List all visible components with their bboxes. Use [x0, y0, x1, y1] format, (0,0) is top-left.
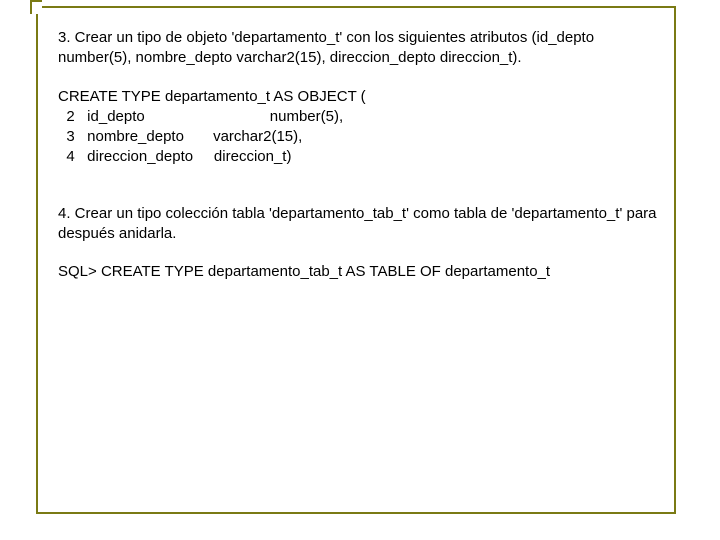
corner-accent: [30, 0, 42, 14]
code-block-create-type-table: SQL> CREATE TYPE departamento_tab_t AS T…: [58, 262, 668, 282]
code-block-create-type-object: CREATE TYPE departamento_t AS OBJECT ( 2…: [58, 87, 668, 168]
code-line: 3 nombre_depto varchar2(15),: [58, 128, 302, 145]
section-4-text: 4. Crear un tipo colección tabla 'depart…: [58, 204, 668, 245]
code-line: 2 id_depto number(5),: [58, 108, 343, 125]
code-line: 4 direccion_depto direccion_t): [58, 148, 291, 165]
slide-content: 3. Crear un tipo de objeto 'departamento…: [58, 28, 668, 282]
section-3-text: 3. Crear un tipo de objeto 'departamento…: [58, 28, 668, 69]
code-line: CREATE TYPE departamento_t AS OBJECT (: [58, 88, 366, 105]
